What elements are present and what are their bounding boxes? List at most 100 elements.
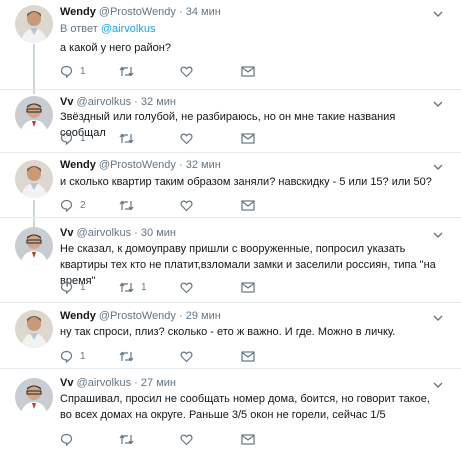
- envelope-icon: [241, 433, 255, 445]
- tweet-actions: 1: [60, 64, 270, 78]
- avatar-wendy[interactable]: [15, 5, 53, 43]
- avatar-vv[interactable]: [15, 227, 53, 265]
- separator-dot: ·: [134, 96, 138, 108]
- retweet-count: 1: [141, 281, 147, 293]
- chevron-down-icon[interactable]: [433, 96, 443, 107]
- retweet-button[interactable]: [119, 64, 141, 78]
- like-button[interactable]: [180, 432, 200, 446]
- separator-dot: ·: [134, 227, 138, 239]
- reply-mention-link[interactable]: @airvolkus: [101, 23, 156, 35]
- author-handle[interactable]: @ProstoWendy: [99, 310, 176, 322]
- reply-button[interactable]: 1: [60, 64, 86, 78]
- dm-button[interactable]: [241, 64, 255, 78]
- dm-button[interactable]: [241, 349, 255, 363]
- tweet-timestamp[interactable]: 32 мин: [186, 159, 221, 171]
- dm-button[interactable]: [241, 432, 255, 446]
- tweet-actions: 1 1: [60, 280, 270, 294]
- tweet-actions: 1: [60, 131, 270, 145]
- avatar-wendy[interactable]: [15, 310, 53, 348]
- retweet-arrows-icon: [119, 200, 134, 210]
- tweet-timestamp[interactable]: 34 мин: [186, 6, 221, 18]
- speech-bubble-icon: [60, 281, 73, 294]
- tweet-text: а какой у него район?: [60, 42, 171, 54]
- reply-button[interactable]: [60, 432, 80, 446]
- chevron-down-icon[interactable]: [433, 159, 443, 170]
- tweet-timestamp[interactable]: 27 мин: [141, 377, 176, 389]
- chevron-down-icon[interactable]: [433, 310, 443, 321]
- like-button[interactable]: [180, 64, 200, 78]
- reply-button[interactable]: 1: [60, 280, 86, 294]
- envelope-icon: [241, 350, 255, 362]
- retweet-button[interactable]: [119, 349, 141, 363]
- tweet[interactable]: Vv @airvolkus · 27 мин Спрашивал, просил…: [0, 369, 461, 455]
- envelope-icon: [241, 199, 255, 211]
- separator-dot: ·: [178, 6, 183, 18]
- like-button[interactable]: [180, 349, 200, 363]
- author-handle[interactable]: @ProstoWendy: [99, 6, 176, 18]
- tweet-header: Vv @airvolkus · 27 мин: [60, 376, 431, 390]
- author-name[interactable]: Vv: [60, 377, 73, 389]
- chevron-down-icon[interactable]: [433, 377, 443, 388]
- tweet-actions: [60, 432, 270, 446]
- reply-button[interactable]: 1: [60, 131, 86, 145]
- author-handle[interactable]: @airvolkus: [77, 96, 132, 108]
- retweet-button[interactable]: 1: [119, 280, 147, 294]
- dm-button[interactable]: [241, 198, 255, 212]
- chevron-down-icon[interactable]: [433, 227, 443, 238]
- tweet-timestamp[interactable]: 30 мин: [141, 227, 176, 239]
- author-handle[interactable]: @airvolkus: [77, 377, 132, 389]
- tweet-header: Wendy @ProstoWendy · 34 мин: [60, 5, 431, 19]
- tweet-header: Wendy @ProstoWendy · 32 мин: [60, 158, 431, 172]
- tweet-timestamp[interactable]: 32 мин: [141, 96, 176, 108]
- avatar-vv[interactable]: [15, 96, 53, 134]
- like-button[interactable]: [180, 280, 200, 294]
- author-name[interactable]: Vv: [60, 96, 73, 108]
- dm-button[interactable]: [241, 280, 255, 294]
- heart-icon: [180, 434, 193, 445]
- like-button[interactable]: [180, 131, 200, 145]
- tweet-actions: 1: [60, 349, 270, 363]
- tweet-header: Vv @airvolkus · 32 мин: [60, 95, 431, 109]
- heart-icon: [180, 66, 193, 77]
- avatar-wendy[interactable]: [15, 160, 53, 198]
- retweet-button[interactable]: [119, 432, 141, 446]
- like-button[interactable]: [180, 198, 200, 212]
- speech-bubble-icon: [60, 433, 73, 446]
- reply-button[interactable]: 2: [60, 198, 86, 212]
- avatar-vv[interactable]: [15, 378, 53, 416]
- heart-icon: [180, 133, 193, 144]
- envelope-icon: [241, 281, 255, 293]
- separator-dot: ·: [134, 377, 138, 389]
- retweet-arrows-icon: [119, 434, 134, 444]
- author-name[interactable]: Vv: [60, 227, 73, 239]
- retweet-arrows-icon: [119, 133, 134, 143]
- separator-dot: ·: [178, 310, 183, 322]
- envelope-icon: [241, 132, 255, 144]
- retweet-arrows-icon: [119, 282, 134, 292]
- retweet-arrows-icon: [119, 66, 134, 76]
- tweet-text: и сколько квартир таким образом заняли? …: [60, 176, 432, 188]
- dm-button[interactable]: [241, 131, 255, 145]
- reply-button[interactable]: 1: [60, 349, 86, 363]
- author-handle[interactable]: @airvolkus: [77, 227, 132, 239]
- speech-bubble-icon: [60, 350, 73, 363]
- reply-count: 1: [80, 132, 86, 144]
- tweet[interactable]: Vv @airvolkus · 30 мин Не сказал, к домо…: [0, 218, 461, 303]
- tweet[interactable]: Wendy @ProstoWendy · 34 мин В ответ @air…: [0, 0, 461, 90]
- retweet-button[interactable]: [119, 198, 141, 212]
- author-handle[interactable]: @ProstoWendy: [99, 159, 176, 171]
- chevron-down-icon[interactable]: [433, 6, 443, 17]
- author-name[interactable]: Wendy: [60, 159, 96, 171]
- speech-bubble-icon: [60, 132, 73, 145]
- heart-icon: [180, 282, 193, 293]
- heart-icon: [180, 351, 193, 362]
- tweet[interactable]: Vv @airvolkus · 32 мин Звёздный или голу…: [0, 90, 461, 153]
- tweet[interactable]: Wendy @ProstoWendy · 32 мин и сколько кв…: [0, 153, 461, 218]
- author-name[interactable]: Wendy: [60, 310, 96, 322]
- reply-count: 1: [80, 65, 86, 77]
- speech-bubble-icon: [60, 199, 73, 212]
- author-name[interactable]: Wendy: [60, 6, 96, 18]
- retweet-button[interactable]: [119, 131, 141, 145]
- tweet[interactable]: Wendy @ProstoWendy · 29 мин ну так спрос…: [0, 303, 461, 369]
- tweet-timestamp[interactable]: 29 мин: [186, 310, 221, 322]
